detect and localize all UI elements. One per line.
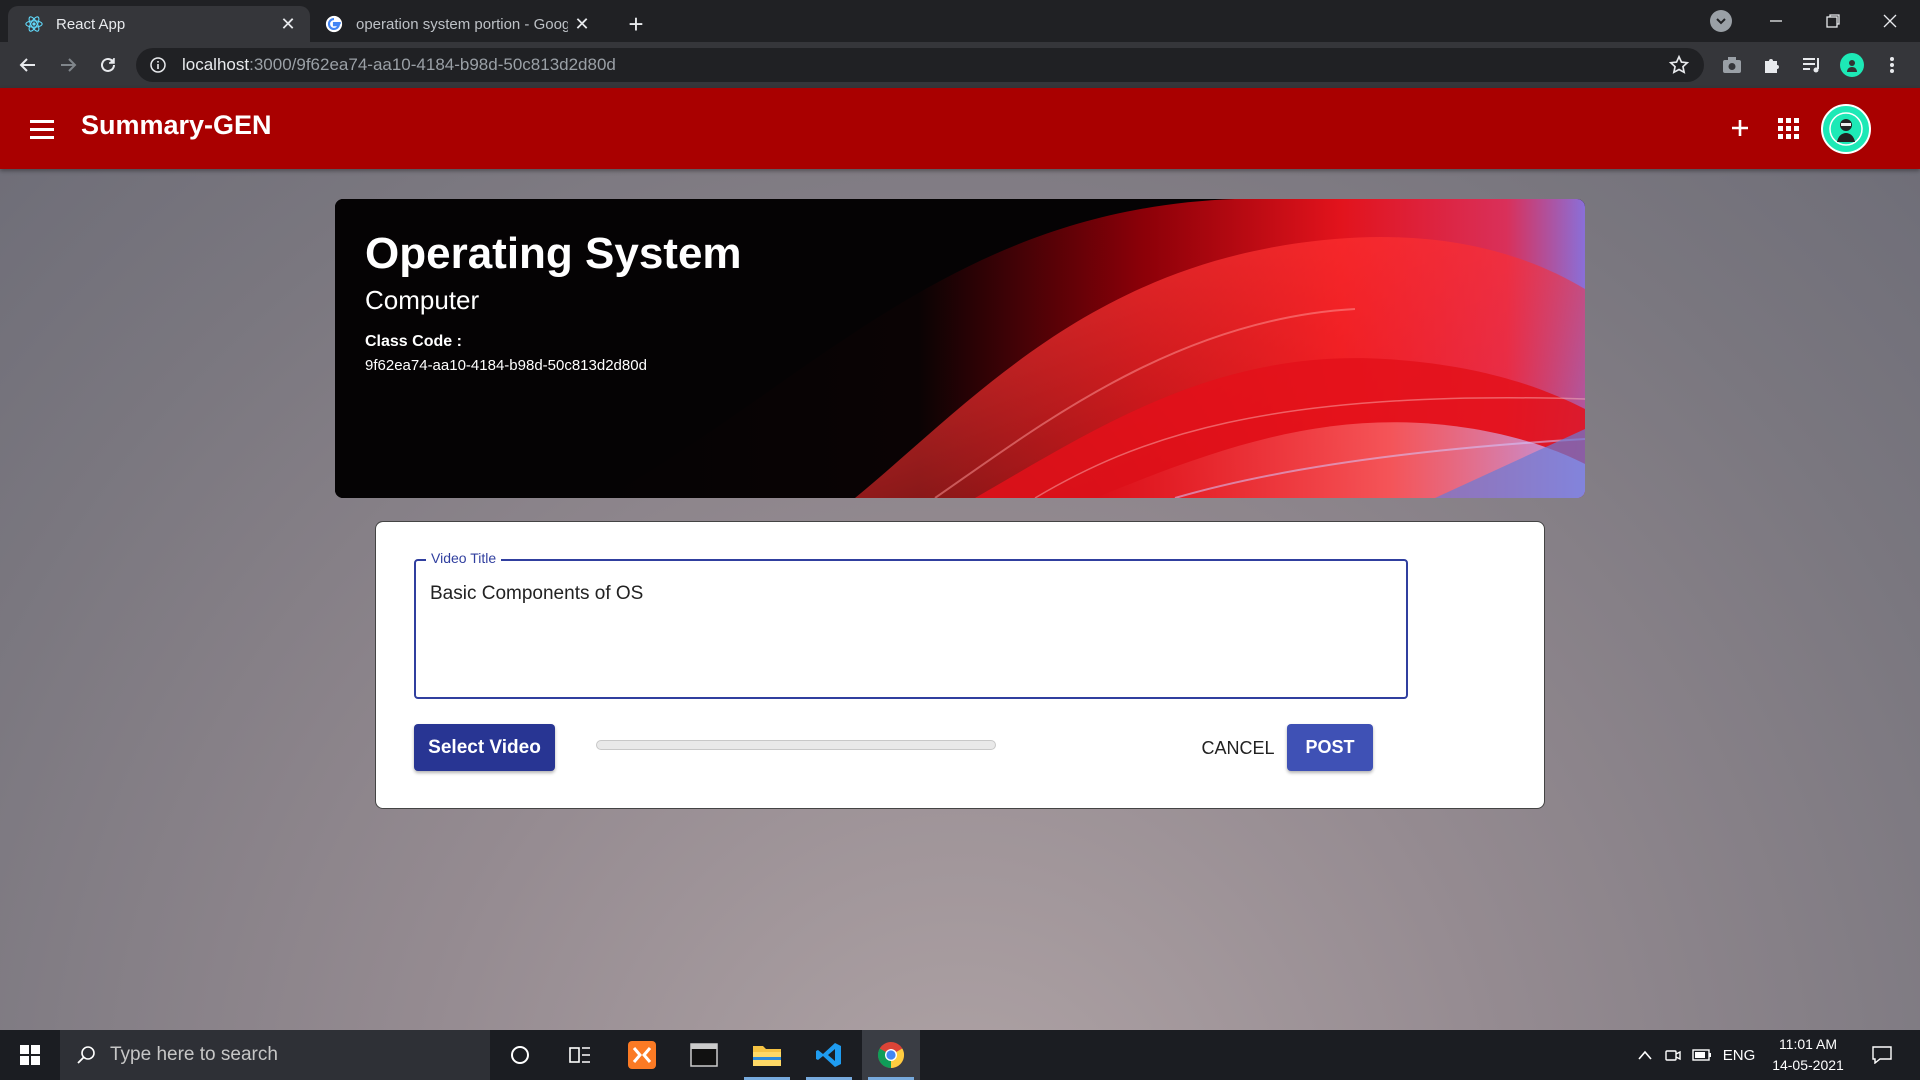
tab-close-icon[interactable]: ✕ [568, 10, 596, 38]
task-view-icon[interactable] [551, 1030, 609, 1080]
xampp-icon[interactable] [613, 1030, 671, 1080]
upload-progress-bar [596, 740, 996, 750]
clock-date: 14-05-2021 [1772, 1057, 1844, 1073]
url-text: localhost:3000/9f62ea74-aa10-4184-b98d-5… [182, 55, 616, 75]
taskbar-search-box[interactable]: Type here to search [60, 1030, 490, 1080]
react-favicon-icon [24, 14, 44, 34]
battery-icon[interactable] [1688, 1030, 1716, 1080]
class-code-label: Class Code : [365, 333, 462, 350]
video-title-field[interactable]: Video Title Basic Components of OS [414, 550, 1408, 699]
address-bar[interactable]: localhost:3000/9f62ea74-aa10-4184-b98d-5… [136, 48, 1704, 82]
tab-title: operation system portion - Goog [356, 15, 568, 33]
windows-taskbar: Type here to search ENG 11:01 AM 14-05-2… [0, 1030, 1920, 1080]
browser-toolbar: localhost:3000/9f62ea74-aa10-4184-b98d-5… [0, 42, 1920, 88]
app-brand[interactable]: Summary-GEN [81, 110, 272, 141]
minimize-icon[interactable] [1748, 0, 1804, 42]
windows-start-icon[interactable] [0, 1030, 60, 1080]
tab-google-search[interactable]: operation system portion - Goog ✕ [314, 6, 604, 42]
input-language[interactable]: ENG [1718, 1030, 1760, 1080]
meet-now-icon[interactable] [1660, 1030, 1686, 1080]
tab-title: React App [56, 15, 126, 33]
user-avatar[interactable] [1821, 104, 1871, 154]
url-host: localhost [182, 55, 250, 74]
search-icon [77, 1046, 95, 1064]
cortana-icon[interactable] [491, 1030, 549, 1080]
class-subject: Computer [365, 285, 480, 315]
browser-tab-strip: React App ✕ operation system portion - G… [0, 0, 1920, 42]
window-close-icon[interactable] [1862, 0, 1918, 42]
post-button[interactable]: POST [1287, 724, 1373, 771]
new-tab-icon[interactable]: + [620, 8, 652, 40]
video-title-input[interactable]: Basic Components of OS [430, 583, 643, 605]
select-video-button[interactable]: Select Video [414, 724, 555, 771]
browser-menu-icon[interactable] [1880, 53, 1904, 77]
site-info-icon[interactable] [148, 55, 168, 75]
notifications-icon[interactable] [1862, 1030, 1902, 1080]
url-path: :3000/9f62ea74-aa10-4184-b98d-50c813d2d8… [249, 55, 616, 74]
upload-video-card: Video Title Basic Components of OS Selec… [375, 521, 1545, 809]
tab-close-icon[interactable]: ✕ [274, 10, 302, 38]
main-content: Operating System Computer Class Code : 9… [0, 169, 1920, 1030]
hamburger-menu-icon[interactable] [30, 114, 60, 144]
chrome-icon[interactable] [862, 1030, 920, 1080]
google-favicon-icon [324, 14, 344, 34]
terminal-icon[interactable] [675, 1030, 733, 1080]
file-explorer-icon[interactable] [738, 1030, 796, 1080]
class-title: Operating System [365, 229, 742, 278]
bookmark-star-icon[interactable] [1668, 54, 1690, 76]
profile-avatar-icon[interactable] [1840, 53, 1864, 77]
cancel-button[interactable]: CANCEL [1198, 726, 1278, 770]
reload-icon[interactable] [92, 49, 124, 81]
restore-icon[interactable] [1805, 0, 1861, 42]
add-class-icon[interactable] [1724, 112, 1756, 144]
forward-icon[interactable] [52, 49, 84, 81]
screenshot-extension-icon[interactable] [1720, 53, 1744, 77]
vscode-icon[interactable] [800, 1030, 858, 1080]
extensions-puzzle-icon[interactable] [1760, 53, 1784, 77]
clock-time: 11:01 AM [1778, 1036, 1838, 1052]
class-code-value: 9f62ea74-aa10-4184-b98d-50c813d2d80d [365, 357, 647, 374]
tab-search-icon[interactable] [1710, 10, 1732, 32]
media-queue-icon[interactable] [1800, 53, 1824, 77]
tab-react-app[interactable]: React App ✕ [8, 6, 310, 42]
taskbar-clock[interactable]: 11:01 AM 14-05-2021 [1760, 1034, 1856, 1076]
app-header: Summary-GEN [0, 88, 1920, 169]
video-title-label: Video Title [426, 550, 502, 566]
tray-chevron-icon[interactable] [1630, 1030, 1660, 1080]
back-icon[interactable] [12, 49, 44, 81]
class-banner: Operating System Computer Class Code : 9… [335, 199, 1585, 498]
apps-grid-icon[interactable] [1772, 112, 1804, 144]
search-placeholder: Type here to search [110, 1044, 278, 1065]
